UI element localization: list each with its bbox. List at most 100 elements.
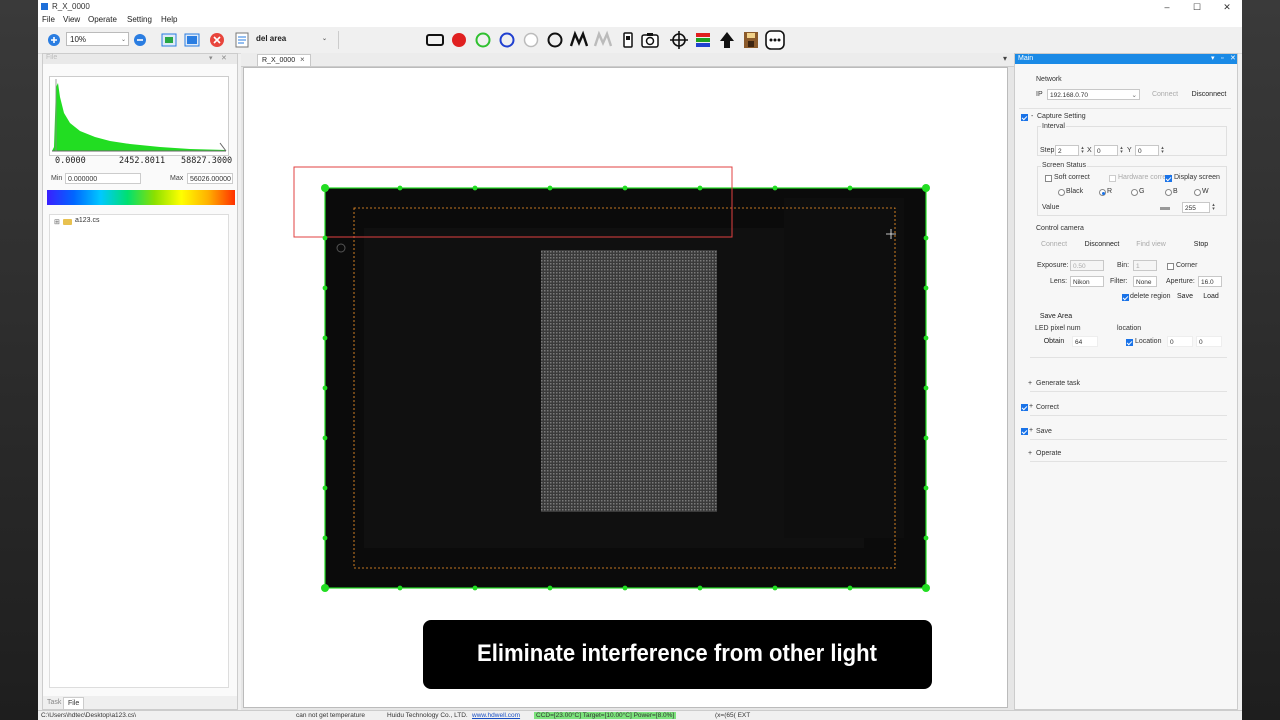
close-button[interactable]: ✕ (1212, 0, 1242, 14)
camera-connect-button[interactable]: Connect (1037, 239, 1071, 251)
upload-icon[interactable] (717, 30, 737, 50)
value-spinner[interactable]: ▴ ▾ (1211, 203, 1216, 212)
camera-icon[interactable] (640, 30, 660, 50)
histogram-mid-label: 2452.8011 (119, 156, 166, 166)
tab-list-icon[interactable]: ▾ (1003, 54, 1007, 63)
panel-close-icon[interactable]: ✕ (221, 54, 227, 62)
menu-operate[interactable]: Operate (88, 15, 117, 24)
led-pixel-num-input[interactable]: 64 (1072, 336, 1098, 347)
y-spinner[interactable]: ▴ ▾ (1160, 146, 1165, 155)
hardware-correct-checkbox[interactable] (1109, 175, 1116, 182)
collapse-icon[interactable]: - (1031, 113, 1033, 120)
exposure-select[interactable]: 0.50 (1070, 260, 1104, 271)
maximize-button[interactable]: ☐ (1182, 0, 1212, 14)
max-input[interactable]: 56026.00000 (187, 173, 233, 184)
step-spinner[interactable]: ▴ ▾ (1080, 146, 1085, 155)
corner-checkbox[interactable] (1167, 263, 1174, 270)
rgb-icon[interactable] (693, 30, 713, 50)
filter-select[interactable]: None (1133, 276, 1157, 287)
panel-close-icon[interactable]: ✕ (1230, 54, 1236, 64)
x-input[interactable]: 0 (1094, 145, 1118, 156)
menu-file[interactable]: File (42, 15, 55, 24)
network-connect-button[interactable]: Connect (1143, 89, 1187, 101)
lens-select[interactable]: Nikon (1070, 276, 1104, 287)
zoom-out-button[interactable] (131, 31, 149, 49)
location-y-input[interactable]: 0 (1196, 336, 1222, 347)
zoom-select[interactable]: 10% ⌄ (66, 32, 129, 46)
region-save-button[interactable]: Save (1175, 291, 1195, 303)
expand-icon[interactable]: + (1029, 427, 1033, 434)
tab-label: R_X_0000 (262, 57, 296, 64)
image-canvas[interactable] (243, 67, 1008, 708)
filter-label: Filter: (1110, 278, 1128, 285)
min-input[interactable]: 0.000000 (65, 173, 141, 184)
find-view-button[interactable]: Find view (1131, 239, 1171, 251)
step-input[interactable]: 2 (1055, 145, 1079, 156)
tab-file[interactable]: File (63, 697, 85, 710)
panel-pin-icon[interactable]: ▾ (1211, 54, 1215, 64)
menu-view[interactable]: View (63, 15, 80, 24)
section-operate[interactable]: Operate (1036, 450, 1061, 457)
display-screen-checkbox[interactable] (1165, 175, 1172, 182)
save-checkbox[interactable] (1021, 428, 1028, 435)
location-group-label: location (1117, 325, 1142, 332)
radio-b[interactable] (1165, 189, 1172, 196)
soft-correct-checkbox[interactable] (1045, 175, 1052, 182)
region-load-button[interactable]: Load (1201, 291, 1221, 303)
ip-select[interactable]: 192.168.0.70 ⌄ (1047, 89, 1140, 100)
tool-icon[interactable] (618, 30, 638, 50)
white-circle-icon[interactable] (521, 30, 541, 50)
expand-icon[interactable]: + (1028, 380, 1032, 387)
delete-region-checkbox[interactable] (1122, 294, 1129, 301)
radio-w[interactable] (1194, 189, 1201, 196)
panel-pin-icon[interactable]: ▾ (209, 54, 213, 62)
mode-select[interactable]: del area ⌄ (253, 32, 329, 46)
location-x-input[interactable]: 0 (1167, 336, 1193, 347)
save-area-button[interactable]: Save Area (1037, 311, 1075, 323)
minimize-button[interactable]: – (1152, 0, 1182, 14)
tree-item-file[interactable]: a123.cs (75, 217, 100, 224)
document-button[interactable] (233, 31, 251, 49)
value-slider[interactable] (1160, 207, 1170, 210)
tab-close-icon[interactable]: × (300, 56, 305, 64)
blue-circle-icon[interactable] (497, 30, 517, 50)
m-icon[interactable] (569, 30, 589, 50)
location-checkbox[interactable] (1126, 339, 1133, 346)
obtain-button[interactable]: Obtain (1038, 336, 1070, 348)
fit-window-button[interactable] (160, 31, 178, 49)
value-input[interactable]: 255 (1182, 202, 1210, 213)
save-icon[interactable] (741, 30, 761, 50)
capture-setting-checkbox[interactable] (1021, 114, 1028, 121)
section-correct[interactable]: Correct (1036, 404, 1059, 411)
radio-r[interactable] (1099, 189, 1106, 196)
m-gray-icon[interactable] (593, 30, 613, 50)
aperture-select[interactable]: 16.0 (1198, 276, 1222, 287)
green-circle-icon[interactable] (473, 30, 493, 50)
panel-float-icon[interactable]: ▫ (1221, 54, 1223, 64)
menu-help[interactable]: Help (161, 15, 177, 24)
section-save[interactable]: Save (1036, 428, 1052, 435)
expand-icon[interactable]: + (1029, 403, 1033, 410)
status-url-link[interactable]: www.hdwell.com (472, 712, 520, 719)
radio-black[interactable] (1058, 189, 1065, 196)
bin-select[interactable]: 1 (1133, 260, 1157, 271)
zoom-in-button[interactable] (45, 31, 63, 49)
menu-setting[interactable]: Setting (127, 15, 152, 24)
actual-size-button[interactable] (183, 31, 201, 49)
expand-icon[interactable]: ⊞ (54, 218, 60, 226)
more-icon[interactable] (765, 30, 785, 50)
section-generate-task[interactable]: Generate task (1036, 380, 1080, 387)
camera-disconnect-button[interactable]: Disconnect (1081, 239, 1123, 251)
expand-icon[interactable]: + (1028, 450, 1032, 457)
red-circle-icon[interactable] (449, 30, 469, 50)
correct-checkbox[interactable] (1021, 404, 1028, 411)
stop-button[interactable] (208, 31, 226, 49)
crosshair-icon[interactable] (669, 30, 689, 50)
radio-g[interactable] (1131, 189, 1138, 196)
black-circle-icon[interactable] (545, 30, 565, 50)
rectangle-icon[interactable] (425, 30, 445, 50)
x-spinner[interactable]: ▴ ▾ (1119, 146, 1124, 155)
stop-capture-button[interactable]: Stop (1181, 239, 1221, 251)
y-input[interactable]: 0 (1135, 145, 1159, 156)
network-disconnect-button[interactable]: Disconnect (1187, 89, 1231, 101)
